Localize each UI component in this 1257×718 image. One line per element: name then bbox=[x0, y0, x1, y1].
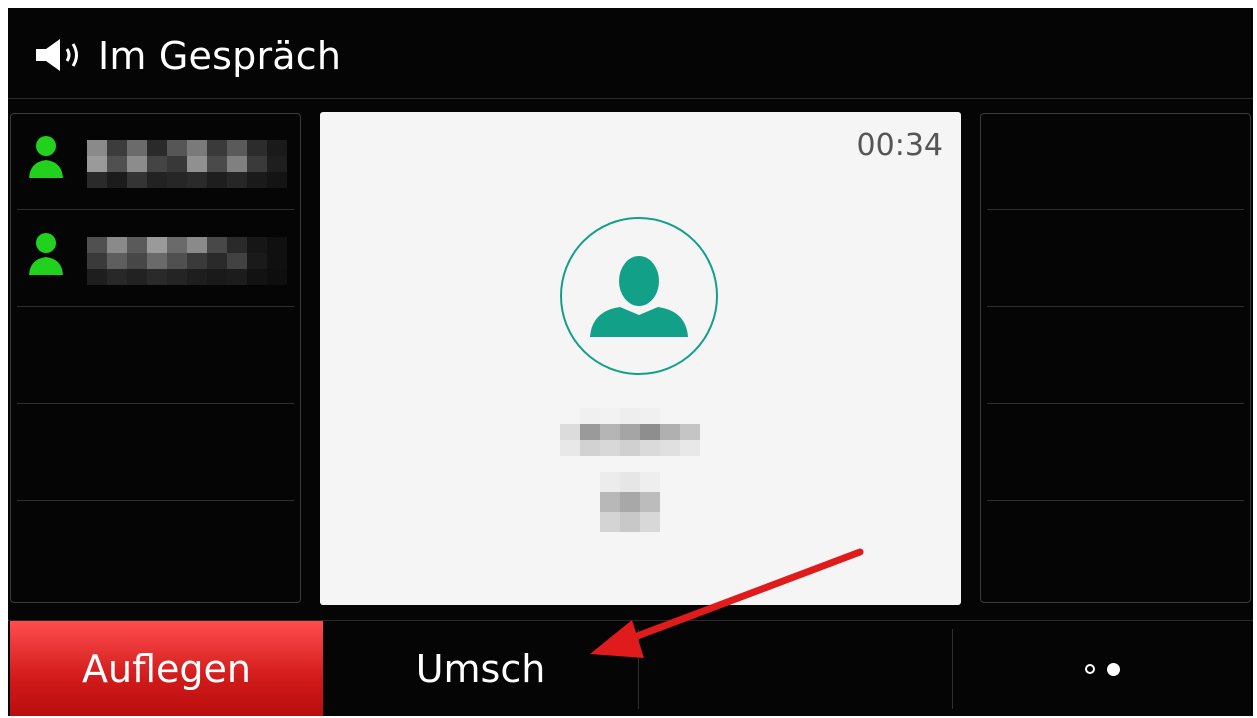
person-icon bbox=[29, 233, 63, 275]
line-key-6[interactable] bbox=[981, 114, 1250, 210]
more-softkeys-button[interactable] bbox=[952, 621, 1253, 716]
line-panel-left bbox=[10, 113, 301, 603]
speaker-icon bbox=[36, 39, 78, 71]
hangup-button[interactable]: Auflegen bbox=[10, 621, 323, 716]
redacted-name bbox=[87, 237, 287, 285]
contact-avatar bbox=[560, 217, 718, 375]
switch-button[interactable]: Umsch bbox=[324, 621, 637, 716]
status-header: Im Gespräch bbox=[8, 8, 1253, 99]
line-key-8[interactable] bbox=[981, 308, 1250, 404]
redacted-caller-number bbox=[600, 472, 660, 532]
line-key-9[interactable] bbox=[981, 405, 1250, 501]
line-key-5[interactable] bbox=[11, 502, 300, 598]
redacted-caller-name bbox=[560, 408, 700, 456]
empty-softkey[interactable] bbox=[638, 621, 951, 716]
phone-screen: Im Gespräch 00:34 Auflegen Umsch bbox=[8, 8, 1253, 716]
line-key-10[interactable] bbox=[981, 502, 1250, 598]
line-key-3[interactable] bbox=[11, 308, 300, 404]
line-key-1[interactable] bbox=[11, 114, 300, 210]
line-key-4[interactable] bbox=[11, 405, 300, 501]
person-icon bbox=[590, 256, 688, 337]
page-title: Im Gespräch bbox=[98, 34, 342, 78]
page-dots-icon bbox=[1085, 662, 1120, 676]
line-key-2[interactable] bbox=[11, 211, 300, 307]
line-panel-right bbox=[980, 113, 1251, 603]
person-icon bbox=[29, 136, 63, 178]
redacted-name bbox=[87, 140, 287, 188]
call-duration: 00:34 bbox=[856, 128, 943, 163]
line-key-7[interactable] bbox=[981, 211, 1250, 307]
active-call-card: 00:34 bbox=[320, 112, 961, 605]
softkey-bar: Auflegen Umsch bbox=[8, 620, 1253, 716]
